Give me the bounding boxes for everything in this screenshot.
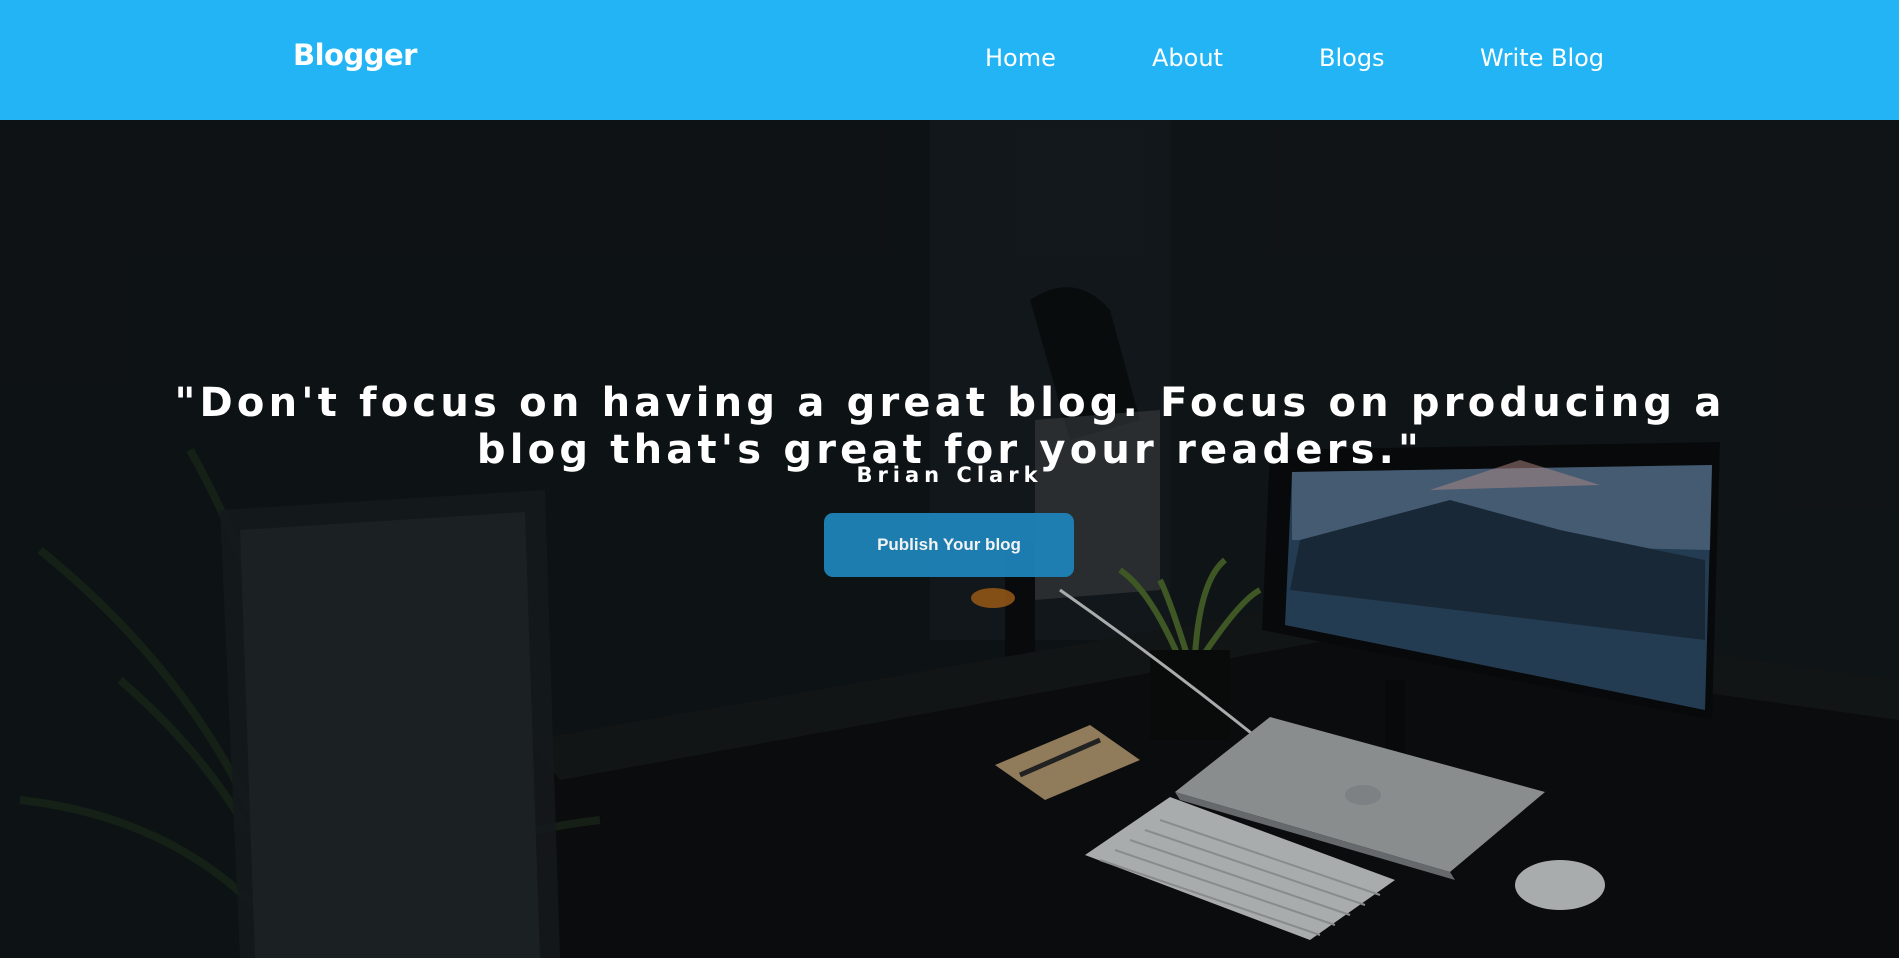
nav-link-home[interactable]: Home bbox=[985, 44, 1056, 72]
hero-quote: "Don't focus on having a great blog. Foc… bbox=[174, 379, 1726, 473]
nav-link-write-blog[interactable]: Write Blog bbox=[1480, 44, 1604, 72]
nav-link-blogs[interactable]: Blogs bbox=[1319, 44, 1385, 72]
hero-section: "Don't focus on having a great blog. Foc… bbox=[0, 120, 1899, 958]
quote-author: Brian Clark bbox=[856, 463, 1043, 487]
nav-links: Home About Blogs Write Blog bbox=[0, 44, 1899, 84]
publish-your-blog-button[interactable]: Publish Your blog bbox=[824, 513, 1074, 577]
nav-link-about[interactable]: About bbox=[1152, 44, 1223, 72]
top-navbar: Blogger Home About Blogs Write Blog bbox=[0, 0, 1899, 120]
